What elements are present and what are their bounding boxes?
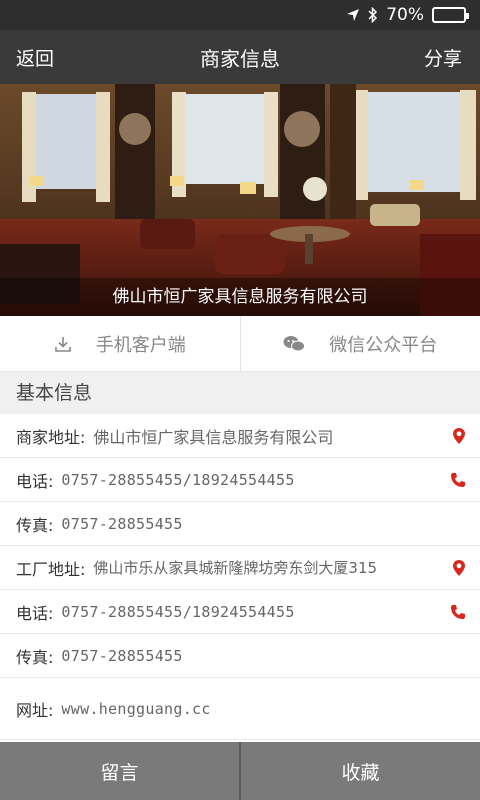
fax-value: 0757-28855455 [61,514,183,533]
share-button[interactable]: 分享 [424,44,462,71]
map-pin-icon[interactable] [444,559,466,577]
wechat-platform-label: 微信公众平台 [329,334,438,356]
phone-row-1[interactable]: 电话: 0757-28855455/18924554455 [0,458,480,502]
phone-label: 电话: [16,603,54,623]
battery-icon [432,7,469,23]
page-title: 商家信息 [200,46,280,71]
fax-row-1: 传真: 0757-28855455 [0,502,480,546]
factory-address-label: 工厂地址: [16,559,86,579]
factory-address-row[interactable]: 工厂地址: 佛山市乐从家具城新隆牌坊旁东剑大厦315 [0,546,480,590]
status-bar: 70% [0,0,480,30]
website-row[interactable]: 网址: www.hengguang.cc [0,678,480,740]
nav-bar: 返回 商家信息 分享 [0,30,480,84]
phone-icon[interactable] [444,472,466,488]
section-title: 基本信息 [0,372,480,414]
message-button[interactable]: 留言 [0,742,241,800]
back-button[interactable]: 返回 [16,44,54,71]
website-link[interactable]: www.hengguang.cc [61,700,466,718]
favorite-button[interactable]: 收藏 [241,742,480,800]
factory-address-value: 佛山市乐从家具城新隆牌坊旁东剑大厦315 [93,559,378,577]
bottom-action-bar: 留言 收藏 [0,742,480,800]
info-list: 商家地址: 佛山市恒广家具信息服务有限公司 电话: 0757-28855455/… [0,414,480,742]
phone-value: 0757-28855455/18924554455 [61,602,295,621]
shop-address-label: 商家地址: [16,427,86,447]
map-pin-icon[interactable] [444,427,466,445]
bluetooth-icon [368,7,378,23]
fax-label: 传真: [16,647,54,667]
wechat-icon [283,335,306,353]
download-icon [54,335,72,353]
client-links: 手机客户端 微信公众平台 [0,316,480,372]
fax-row-2: 传真: 0757-28855455 [0,634,480,678]
hero-image: 佛山市恒广家具信息服务有限公司 [0,84,480,316]
wechat-platform-button[interactable]: 微信公众平台 [241,316,480,371]
phone-value: 0757-28855455/18924554455 [61,470,295,489]
shop-address-value: 佛山市恒广家具信息服务有限公司 [93,427,334,447]
fax-value: 0757-28855455 [61,646,183,665]
shop-address-row[interactable]: 商家地址: 佛山市恒广家具信息服务有限公司 [0,414,480,458]
fax-label: 传真: [16,515,54,535]
phone-icon[interactable] [444,604,466,620]
mobile-client-button[interactable]: 手机客户端 [0,316,241,371]
location-arrow-icon [346,8,360,22]
phone-label: 电话: [16,471,54,491]
mobile-client-label: 手机客户端 [95,334,186,356]
battery-percent: 70% [386,5,424,25]
phone-row-2[interactable]: 电话: 0757-28855455/18924554455 [0,590,480,634]
website-label: 网址: [16,700,54,720]
company-name-caption: 佛山市恒广家具信息服务有限公司 [0,278,480,316]
